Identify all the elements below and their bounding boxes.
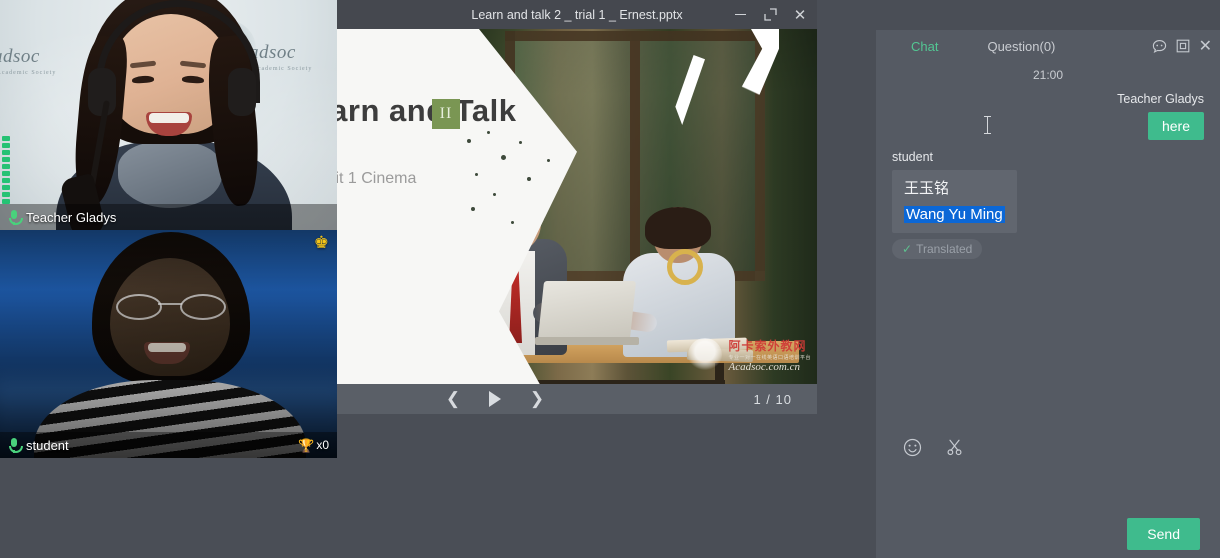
photo-person-woman [623, 209, 735, 357]
student-name-label: student [26, 438, 69, 453]
slide-page-indicator: 1 / 10 [753, 392, 792, 407]
teacher-name-bar: Teacher Gladys [0, 204, 337, 230]
teacher-headset-earcup [228, 68, 256, 116]
teacher-video-tile[interactable]: Acadsoc Online Academic Society Acadsoc … [0, 0, 337, 230]
close-icon[interactable]: ✕ [1199, 36, 1212, 56]
presentation-title-bar[interactable]: Learn and talk 2 _ trial 1 _ Ernest.pptx… [337, 0, 817, 29]
restore-icon[interactable] [1176, 39, 1190, 53]
student-video-feed [0, 230, 337, 458]
video-vignette [0, 230, 337, 458]
chat-bubble-icon[interactable] [1152, 39, 1167, 54]
trophy-icon: 🏆 [298, 439, 314, 452]
window-controls: ✕ [725, 0, 815, 29]
chat-message-incoming: student 王玉铭 Wang Yu Ming ✓ Translated [876, 150, 1220, 259]
backdrop-brand-logo: Acadsoc Online Academic Society [0, 46, 56, 76]
close-icon[interactable]: ✕ [785, 0, 815, 29]
message-sender-name: Teacher Gladys [892, 92, 1204, 106]
teacher-scarf [118, 142, 222, 208]
chat-header-actions: ✕ [1152, 30, 1212, 62]
slide-canvas[interactable]: 阿卡索外教网 专业一对一在线英语口语培训平台 Acadsoc.com.cn [337, 29, 817, 384]
background-bottom [0, 458, 876, 558]
meeting-app-window: Acadsoc Online Academic Society Acadsoc … [0, 0, 1220, 558]
send-button[interactable]: Send [1127, 518, 1200, 550]
slide-unit-badge: II [432, 99, 460, 129]
translated-label: Translated [916, 242, 972, 256]
teacher-name-label: Teacher Gladys [26, 210, 116, 225]
tab-chat[interactable]: Chat [911, 39, 938, 54]
backdrop-brand-tagline: Online Academic Society [0, 70, 56, 76]
chat-message-outgoing: Teacher Gladys here [876, 92, 1220, 140]
restore-icon[interactable] [755, 0, 785, 29]
slide-controls: ❮ ❯ 1 / 10 [337, 384, 817, 414]
message-bubble[interactable]: here [1148, 112, 1204, 140]
play-icon[interactable] [485, 389, 505, 409]
chat-timestamp: 21:00 [876, 68, 1220, 82]
acadsoc-watermark: 阿卡索外教网 专业一对一在线英语口语培训平台 Acadsoc.com.cn [688, 337, 811, 373]
photo-laptop [535, 283, 639, 345]
tree-logo-icon [688, 338, 722, 372]
check-icon: ✓ [902, 242, 912, 256]
backdrop-brand-name: Acadsoc [0, 46, 56, 68]
message-sender-name: student [892, 150, 1204, 164]
trophy-count-label: x0 [316, 438, 329, 452]
slide-headline: Learn and Talk [337, 93, 517, 129]
message-bubble[interactable]: 王玉铭 Wang Yu Ming [892, 170, 1017, 233]
chat-toolbar [876, 425, 1220, 469]
chevron-right-icon[interactable]: ❯ [527, 389, 547, 409]
message-text-english-selected[interactable]: Wang Yu Ming [904, 206, 1005, 223]
emoji-icon[interactable] [901, 436, 923, 458]
chat-panel-header: Chat Question(0) ✕ [876, 30, 1220, 62]
message-text-chinese: 王玉铭 [904, 177, 1005, 198]
tab-question[interactable]: Question(0) [987, 39, 1055, 54]
watermark-chinese: 阿卡索外教网 [728, 337, 811, 354]
student-name-bar: student 🏆 x0 [0, 432, 337, 458]
watermark-chinese-sub: 专业一对一在线英语口语培训平台 [728, 354, 811, 361]
student-video-tile[interactable]: ♚ student 🏆 x0 [0, 230, 337, 458]
microphone-icon [8, 437, 20, 453]
ink-dots-graphic [463, 129, 593, 259]
microphone-icon [8, 209, 20, 225]
trophy-counter: 🏆 x0 [298, 438, 329, 452]
scissors-icon[interactable] [943, 436, 965, 458]
video-column: Acadsoc Online Academic Society Acadsoc … [0, 0, 337, 458]
audio-level-meter [2, 118, 10, 204]
crown-icon: ♚ [314, 234, 329, 251]
chat-panel: Chat Question(0) ✕ [876, 30, 1220, 558]
text-cursor-icon [987, 116, 988, 134]
teacher-video-feed: Acadsoc Online Academic Society Acadsoc … [0, 0, 337, 230]
translated-badge: ✓ Translated [892, 239, 982, 259]
watermark-english: Acadsoc.com.cn [728, 361, 811, 373]
slide-subtitle: Unit 1 Cinema [337, 170, 416, 188]
chat-message-list[interactable]: 21:00 Teacher Gladys here student 王玉铭 Wa… [876, 62, 1220, 425]
presentation-window: Learn and talk 2 _ trial 1 _ Ernest.pptx… [337, 0, 817, 414]
minimize-icon[interactable] [725, 0, 755, 29]
chevron-left-icon[interactable]: ❮ [443, 389, 463, 409]
